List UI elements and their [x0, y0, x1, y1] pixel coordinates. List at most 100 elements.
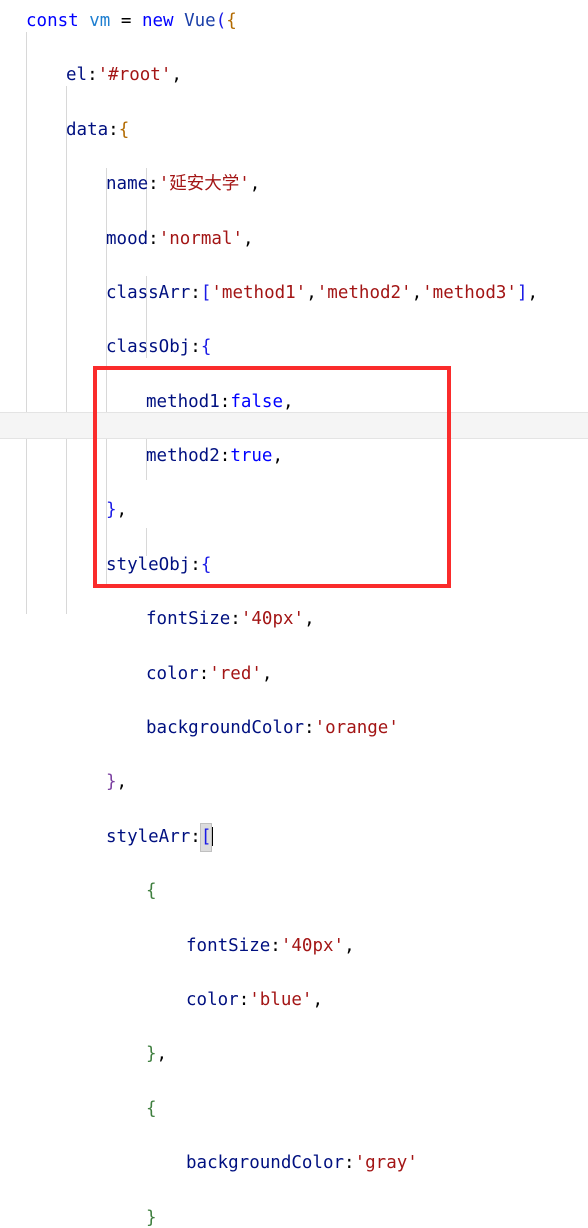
- token-property-name: name: [106, 174, 149, 195]
- token-comma: ,: [272, 446, 284, 467]
- token-comma: ,: [261, 663, 273, 684]
- token-property-styleobj: styleObj: [106, 554, 191, 575]
- code-line[interactable]: },: [0, 497, 588, 524]
- token-colon: :: [230, 609, 241, 630]
- token-keyword-true: true: [230, 446, 273, 467]
- token-brace-open: {: [146, 881, 157, 902]
- token-string-method2: 'method2': [316, 282, 412, 303]
- code-line[interactable]: classObj:{: [0, 334, 588, 361]
- token-variable-vm: vm: [89, 11, 111, 31]
- token-colon: :: [238, 989, 250, 1010]
- token-brace-close: }: [106, 500, 117, 521]
- token-bracket-open: [: [200, 282, 212, 303]
- text-caret: [211, 826, 214, 846]
- token-colon: :: [148, 174, 159, 195]
- token-comma: ,: [306, 282, 317, 303]
- token-comma: ,: [283, 391, 294, 412]
- token-colon: :: [87, 65, 98, 86]
- token-brace-open: {: [118, 119, 130, 140]
- code-line[interactable]: el:'#root',: [0, 62, 588, 89]
- token-comma: ,: [116, 500, 128, 521]
- code-editor[interactable]: const vm = new Vue({ el:'#root', data:{ …: [0, 0, 588, 1228]
- token-comma: ,: [411, 282, 423, 303]
- token-property-method1: method1: [146, 391, 220, 412]
- token-comma: ,: [304, 609, 315, 630]
- code-line[interactable]: fontSize:'40px',: [0, 606, 588, 633]
- token-colon: :: [190, 826, 201, 847]
- code-line[interactable]: }: [0, 1205, 588, 1228]
- token-comma: ,: [344, 935, 355, 956]
- token-colon: :: [304, 718, 315, 739]
- token-property-mood: mood: [106, 228, 149, 249]
- token-brace-open: {: [200, 337, 212, 358]
- token-brace-open: {: [200, 554, 212, 575]
- token-comma: ,: [527, 282, 539, 303]
- code-line[interactable]: mood:'normal',: [0, 226, 588, 253]
- token-property-backgroundcolor: backgroundColor: [146, 718, 305, 739]
- token-property-fontsize: fontSize: [146, 609, 231, 630]
- token-brace-close: }: [146, 1044, 157, 1065]
- token-comma: ,: [243, 228, 254, 249]
- token-bracket-open-matched: [: [199, 822, 213, 853]
- token-property-fontsize: fontSize: [186, 935, 271, 956]
- token-paren-open: (: [215, 11, 227, 31]
- code-line[interactable]: styleObj:{: [0, 552, 588, 579]
- token-property-stylearr: styleArr: [106, 826, 191, 847]
- token-property-classarr: classArr: [106, 282, 191, 303]
- token-string-root: '#root': [97, 65, 172, 86]
- code-line[interactable]: color:'red',: [0, 661, 588, 688]
- token-comma: ,: [116, 772, 128, 793]
- code-line[interactable]: },: [0, 769, 588, 796]
- token-comma: ,: [312, 989, 323, 1010]
- code-line[interactable]: data:{: [0, 117, 588, 144]
- token-comma: ,: [171, 65, 182, 86]
- token-colon: :: [270, 935, 281, 956]
- token-colon: :: [219, 391, 231, 412]
- token-colon: :: [108, 119, 119, 140]
- token-string-university: '延安大学': [158, 174, 250, 195]
- token-brace-open: {: [226, 11, 237, 31]
- code-line[interactable]: {: [0, 1096, 588, 1123]
- token-string-orange: 'orange': [314, 718, 399, 739]
- code-line[interactable]: method1:false,: [0, 389, 588, 416]
- code-line[interactable]: classArr:['method1','method2','method3']…: [0, 280, 588, 307]
- token-brace-open: {: [146, 1098, 157, 1119]
- token-string-method1: 'method1': [211, 282, 307, 303]
- token-colon: :: [190, 337, 201, 358]
- code-line[interactable]: backgroundColor:'gray': [0, 1150, 588, 1177]
- token-comma: ,: [156, 1044, 168, 1065]
- token-string-blue: 'blue': [249, 989, 313, 1010]
- token-string-normal: 'normal': [158, 228, 243, 249]
- token-colon: :: [344, 1153, 355, 1174]
- token-keyword-const: const: [26, 11, 79, 31]
- token-string-gray: 'gray': [354, 1153, 418, 1174]
- code-line[interactable]: fontSize:'40px',: [0, 933, 588, 960]
- code-line[interactable]: name:'延安大学',: [0, 171, 588, 198]
- token-brace-close: }: [106, 772, 117, 793]
- code-line[interactable]: const vm = new Vue({: [0, 8, 588, 35]
- token-string-red: 'red': [209, 663, 262, 684]
- code-line[interactable]: color:'blue',: [0, 987, 588, 1014]
- token-colon: :: [198, 663, 210, 684]
- token-string-40px: '40px': [240, 609, 305, 630]
- token-colon: :: [148, 228, 159, 249]
- token-string-method3: 'method3': [422, 282, 517, 303]
- token-keyword-new: new: [141, 11, 174, 31]
- token-keyword-false: false: [230, 391, 283, 412]
- code-line[interactable]: {: [0, 878, 588, 905]
- token-operator-equals: =: [120, 11, 132, 31]
- token-colon: :: [190, 554, 201, 575]
- token-comma: ,: [249, 174, 261, 195]
- token-bracket-close: ]: [516, 282, 528, 303]
- code-line[interactable]: backgroundColor:'orange': [0, 715, 588, 742]
- code-line[interactable]: method2:true,: [0, 443, 588, 470]
- token-property-el: el: [66, 65, 88, 86]
- code-line[interactable]: },: [0, 1041, 588, 1068]
- code-line-current[interactable]: styleArr:[: [0, 822, 588, 853]
- code-content[interactable]: const vm = new Vue({ el:'#root', data:{ …: [0, 0, 588, 1228]
- token-colon: :: [219, 446, 231, 467]
- token-property-data: data: [66, 119, 109, 140]
- token-type-vue: Vue: [184, 11, 216, 31]
- token-property-color: color: [186, 989, 239, 1010]
- token-property-method2: method2: [146, 446, 220, 467]
